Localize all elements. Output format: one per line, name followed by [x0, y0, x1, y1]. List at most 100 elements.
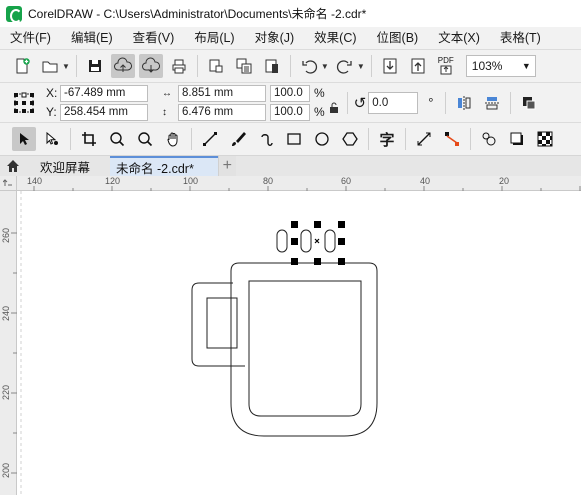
selection-handle[interactable]: [291, 221, 298, 228]
horizontal-ruler[interactable]: 140 120 100 80 60 40 20: [17, 176, 581, 191]
separator: [196, 55, 198, 77]
drop-shadow-icon[interactable]: [505, 127, 529, 151]
open-folder-icon[interactable]: [38, 54, 62, 78]
drawing-canvas[interactable]: [17, 191, 581, 495]
zoom-level-select[interactable]: 103% ▼: [465, 55, 536, 77]
window-title: CorelDRAW - C:\Users\Administrator\Docum…: [28, 7, 367, 21]
ruler-label: 220: [1, 384, 11, 400]
steam-pill-left[interactable]: [276, 229, 288, 253]
export-icon[interactable]: [406, 54, 430, 78]
parallel-dimension-icon[interactable]: [412, 127, 436, 151]
tab-welcome-screen[interactable]: 欢迎屏幕: [26, 156, 110, 176]
print-icon[interactable]: [167, 54, 191, 78]
x-position-field[interactable]: -67.489 mm: [60, 84, 148, 102]
menu-table[interactable]: 表格(T): [490, 27, 551, 49]
rectangle-tool-icon[interactable]: [282, 127, 306, 151]
menu-view[interactable]: 查看(V): [123, 27, 185, 49]
undo-icon[interactable]: [297, 54, 321, 78]
menu-text[interactable]: 文本(X): [428, 27, 490, 49]
separator: [510, 91, 512, 114]
pan-tool-icon[interactable]: [161, 127, 185, 151]
selection-handle[interactable]: [338, 221, 345, 228]
selection-center-icon: [314, 238, 320, 244]
pick-tool-icon[interactable]: [12, 127, 36, 151]
home-icon[interactable]: [0, 156, 26, 176]
object-origin-icon[interactable]: [10, 89, 38, 117]
add-tab-icon[interactable]: +: [217, 156, 236, 176]
lock-ratio-icon[interactable]: [327, 96, 341, 120]
scale-y-field[interactable]: 100.0: [270, 103, 310, 121]
copy-icon[interactable]: [232, 54, 256, 78]
menu-file[interactable]: 文件(F): [0, 27, 61, 49]
width-icon: ↔: [162, 87, 172, 99]
export-pdf-icon[interactable]: PDF: [434, 54, 458, 78]
menu-edit[interactable]: 编辑(E): [61, 27, 123, 49]
scale-y-percent: %: [314, 105, 325, 119]
ruler-label: 240: [1, 305, 11, 321]
crop-tool-icon[interactable]: [77, 127, 101, 151]
save-icon[interactable]: [83, 54, 107, 78]
freehand-tool-icon[interactable]: [198, 127, 222, 151]
zoom-out-icon[interactable]: [133, 127, 157, 151]
arrange-order-icon[interactable]: [517, 91, 541, 115]
y-position-field[interactable]: 258.454 mm: [60, 103, 148, 121]
mug-body-inner-shape[interactable]: [248, 280, 362, 417]
ruler-label: 140: [27, 176, 43, 186]
polygon-tool-icon[interactable]: [338, 127, 362, 151]
paste-icon[interactable]: [260, 54, 284, 78]
mug-body-outer-shape[interactable]: [230, 262, 378, 437]
redo-icon[interactable]: [333, 54, 357, 78]
menu-bar: 文件(F) 编辑(E) 查看(V) 布局(L) 对象(J) 效果(C) 位图(B…: [0, 27, 581, 49]
separator: [470, 128, 471, 150]
cloud-upload-icon[interactable]: [110, 54, 135, 78]
selection-handle[interactable]: [314, 258, 321, 265]
height-field[interactable]: 6.476 mm: [178, 103, 266, 121]
rotation-icon: ↺: [353, 94, 367, 112]
title-bar: CorelDRAW - C:\Users\Administrator\Docum…: [0, 0, 581, 27]
ruler-corner[interactable]: [0, 176, 17, 191]
mirror-vertical-icon[interactable]: [480, 91, 504, 115]
redo-dropdown-arrow-icon[interactable]: ▼: [357, 62, 365, 71]
open-dropdown-arrow-icon[interactable]: ▼: [62, 62, 70, 71]
scale-x-percent: %: [314, 86, 325, 100]
scale-x-field[interactable]: 100.0: [270, 84, 310, 102]
selection-handle[interactable]: [338, 258, 345, 265]
spiral-icon[interactable]: [254, 127, 278, 151]
mug-handle-inner-rect[interactable]: [206, 297, 238, 349]
new-document-icon[interactable]: [10, 54, 34, 78]
text-tool-icon[interactable]: 字: [375, 127, 399, 151]
steam-pill-middle[interactable]: [300, 229, 312, 253]
separator: [370, 55, 372, 77]
export-pdf-label: PDF: [437, 56, 454, 65]
separator: [191, 128, 192, 150]
ellipse-tool-icon[interactable]: [310, 127, 334, 151]
width-field[interactable]: 8.851 mm: [178, 84, 266, 102]
shape-tool-icon[interactable]: [40, 127, 64, 151]
cut-icon[interactable]: [204, 54, 228, 78]
menu-object[interactable]: 对象(J): [245, 27, 305, 49]
steam-pill-right[interactable]: [324, 229, 336, 253]
connector-tool-icon[interactable]: [440, 127, 464, 151]
selection-handles[interactable]: [291, 221, 345, 265]
separator: [445, 91, 447, 114]
menu-layout[interactable]: 布局(L): [184, 27, 244, 49]
rotation-angle-field[interactable]: 0.0: [368, 91, 419, 114]
cloud-download-icon[interactable]: [138, 54, 163, 78]
transparency-icon[interactable]: [533, 127, 557, 151]
menu-bitmaps[interactable]: 位图(B): [367, 27, 429, 49]
selection-handle[interactable]: [291, 258, 298, 265]
zoom-tool-icon[interactable]: [105, 127, 129, 151]
ruler-label: 200: [1, 462, 11, 478]
selection-handle[interactable]: [291, 238, 298, 245]
selection-handle[interactable]: [314, 221, 321, 228]
tab-document[interactable]: 未命名 -2.cdr*: [110, 156, 218, 176]
vertical-ruler[interactable]: 260 240 220 200: [0, 191, 17, 495]
selection-handle[interactable]: [338, 238, 345, 245]
import-icon[interactable]: [378, 54, 402, 78]
mirror-horizontal-icon[interactable]: [452, 91, 476, 115]
artistic-media-icon[interactable]: [226, 127, 250, 151]
menu-effects[interactable]: 效果(C): [304, 27, 366, 49]
blend-tool-icon[interactable]: [477, 127, 501, 151]
undo-dropdown-arrow-icon[interactable]: ▼: [321, 62, 329, 71]
ruler-label: 40: [420, 176, 431, 186]
